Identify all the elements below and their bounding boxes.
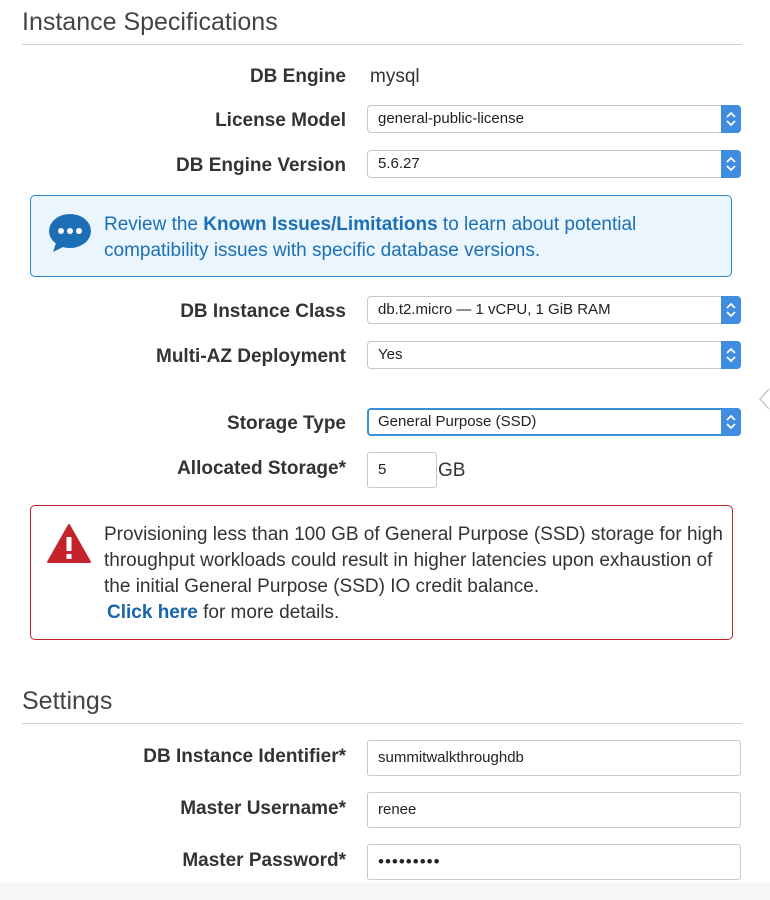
db-engine-version-label: DB Engine Version [176,155,346,176]
master-username-input[interactable]: renee [367,792,741,828]
master-username-label: Master Username* [180,798,346,819]
allocated-storage-input[interactable]: 5 [367,452,437,488]
db-instance-class-label: DB Instance Class [180,301,346,322]
select-arrows-icon [721,150,741,178]
select-arrows-icon [721,105,741,133]
bottom-strip [0,882,770,900]
db-engine-version-select[interactable]: 5.6.27 [367,150,741,178]
multi-az-select[interactable]: Yes [367,341,741,369]
storage-warning: Provisioning less than 100 GB of General… [30,505,733,640]
license-model-select[interactable]: general-public-license [367,105,741,133]
db-instance-class-value: db.t2.micro — 1 vCPU, 1 GiB RAM [378,301,611,318]
license-model-value: general-public-license [378,110,524,127]
click-here-link[interactable]: Click here [107,602,198,623]
section-divider [22,44,742,45]
info-notice-text: Review the Known Issues/Limitations to l… [104,212,704,264]
db-instance-identifier-input[interactable]: summitwalkthroughdb [367,740,741,776]
chat-bubble-icon [48,213,92,258]
license-model-label: License Model [215,110,346,131]
storage-warning-text: Provisioning less than 100 GB of General… [104,522,729,626]
multi-az-label: Multi-AZ Deployment [156,346,346,367]
master-password-input[interactable]: ••••••••• [367,844,741,880]
known-issues-link[interactable]: Known Issues/Limitations [203,214,437,235]
db-instance-identifier-label: DB Instance Identifier* [143,746,346,767]
section-title-instance-specifications: Instance Specifications [22,8,278,36]
db-instance-class-select[interactable]: db.t2.micro — 1 vCPU, 1 GiB RAM [367,296,741,324]
db-engine-label: DB Engine [249,66,346,87]
master-password-label: Master Password* [182,850,346,871]
db-engine-value: mysql [370,66,420,87]
select-arrows-icon [721,296,741,324]
section-divider [22,723,742,724]
section-title-settings: Settings [22,687,113,715]
info-notice-prefix: Review the [104,214,204,235]
storage-type-label: Storage Type [227,413,346,434]
warning-message: Provisioning less than 100 GB of General… [104,524,723,597]
storage-type-value: General Purpose (SSD) [378,413,537,430]
storage-type-select[interactable]: General Purpose (SSD) [367,408,741,436]
multi-az-value: Yes [378,346,403,363]
select-arrows-icon [721,408,741,436]
select-arrows-icon [721,341,741,369]
warning-suffix: for more details. [197,602,340,623]
collapse-chevron-icon[interactable] [758,387,770,416]
warning-triangle-icon [46,523,92,570]
allocated-storage-unit: GB [438,460,466,481]
db-engine-version-value: 5.6.27 [378,155,420,172]
allocated-storage-label: Allocated Storage* [177,458,346,479]
info-notice: Review the Known Issues/Limitations to l… [30,195,732,277]
